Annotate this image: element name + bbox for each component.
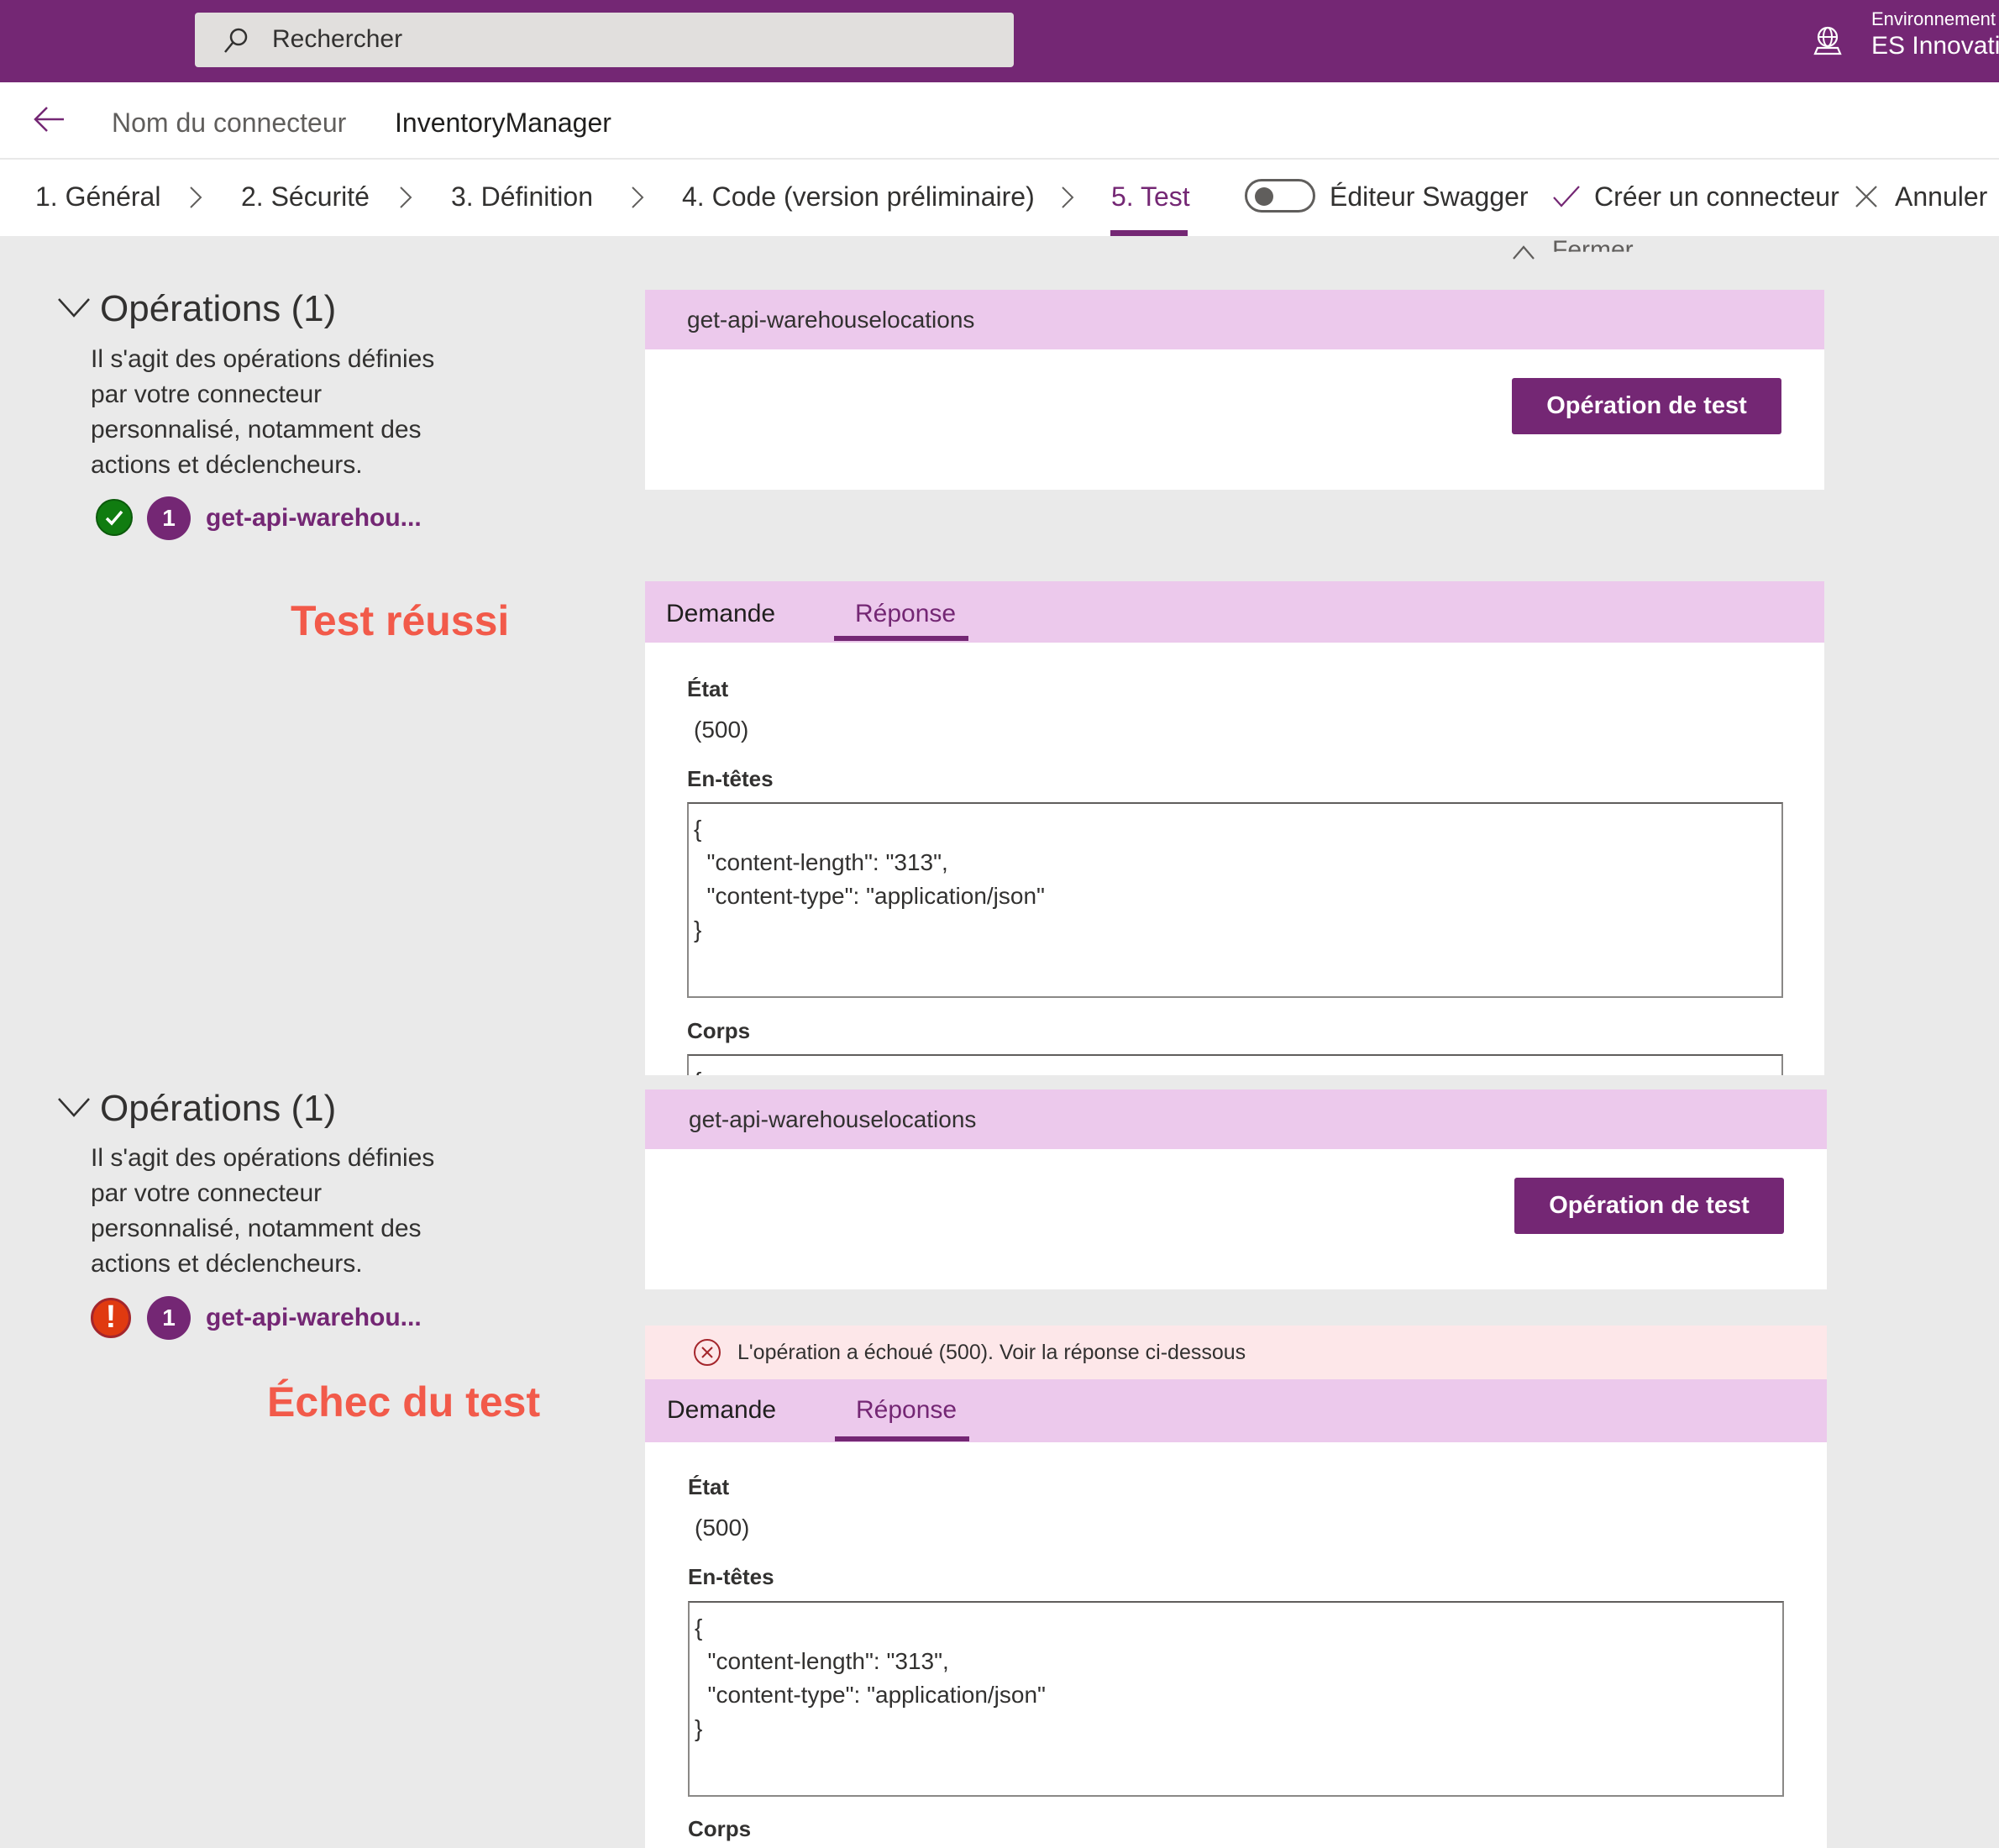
chevron-down-icon[interactable] <box>57 1096 91 1118</box>
body-label: Corps <box>688 1816 752 1841</box>
response-panel: État (500) En-têtes { "content-length": … <box>645 1442 1827 1848</box>
operation-number-badge: 1 <box>147 1296 191 1340</box>
headers-textarea[interactable]: { "content-length": "313", "content-type… <box>687 802 1783 998</box>
state-value: (500) <box>695 1515 750 1541</box>
back-arrow-icon[interactable] <box>32 104 66 134</box>
step-test[interactable]: 5. Test <box>1111 181 1190 213</box>
create-connector-button[interactable]: Créer un connecteur <box>1594 181 1839 213</box>
state-label: État <box>687 676 729 701</box>
operations-title: Opérations (1) <box>100 288 337 329</box>
error-circle-icon <box>694 1339 721 1366</box>
connector-name-label: Nom du connecteur <box>112 108 347 138</box>
environment-name[interactable]: ES Innovation <box>1871 32 1999 60</box>
active-tab-indicator <box>834 636 968 641</box>
operation-name: get-api-warehouselocations <box>689 1106 977 1132</box>
search-icon <box>224 28 248 53</box>
error-message: L'opération a échoué (500). Voir la répo… <box>737 1341 1246 1364</box>
globe-icon <box>1813 26 1842 55</box>
close-icon <box>1855 186 1877 207</box>
headers-label: En-têtes <box>687 766 774 791</box>
chevron-up-icon[interactable] <box>1512 244 1535 260</box>
active-step-indicator <box>1110 230 1188 236</box>
response-tabs-bar: Demande Réponse <box>645 1379 1827 1442</box>
wizard-steps: 1. Général 2. Sécurité 3. Définition 4. … <box>0 160 1999 236</box>
operation-link[interactable]: get-api-warehou... <box>206 504 422 533</box>
environment-label: Environnement <box>1871 8 1996 29</box>
state-value: (500) <box>694 717 749 743</box>
connector-name-value[interactable]: InventoryManager <box>395 108 611 139</box>
annotation-success: Test réussi <box>291 597 510 644</box>
swagger-editor-toggle[interactable] <box>1245 179 1315 213</box>
body-label: Corps <box>687 1018 751 1043</box>
error-banner: L'opération a échoué (500). Voir la répo… <box>645 1326 1827 1379</box>
annotation-failure: Échec du test <box>267 1378 541 1425</box>
toggle-knob <box>1255 187 1273 206</box>
swagger-editor-label[interactable]: Éditeur Swagger <box>1330 181 1529 213</box>
operation-link[interactable]: get-api-warehou... <box>206 1304 422 1332</box>
tab-response[interactable]: Réponse <box>855 600 956 628</box>
close-panel-button[interactable]: Fermer <box>1552 236 1634 252</box>
test-operation-button[interactable]: Opération de test <box>1514 1178 1784 1234</box>
headers-textarea[interactable]: { "content-length": "313", "content-type… <box>688 1601 1784 1797</box>
operation-name: get-api-warehouselocations <box>687 307 975 333</box>
chevron-right-icon <box>632 186 644 208</box>
search-input[interactable]: Rechercher <box>272 25 402 54</box>
connector-header: Nom du connecteur InventoryManager <box>0 82 1999 160</box>
step-definition[interactable]: 3. Définition <box>451 181 593 213</box>
cancel-button[interactable]: Annuler <box>1895 181 1987 213</box>
state-label: État <box>688 1474 730 1499</box>
operation-card-header: get-api-warehouselocations <box>645 290 1824 349</box>
tab-request[interactable]: Demande <box>666 600 775 628</box>
tab-request[interactable]: Demande <box>667 1396 776 1425</box>
response-panel: État (500) En-têtes { "content-length": … <box>645 643 1824 1075</box>
step-code[interactable]: 4. Code (version préliminaire) <box>682 181 1035 213</box>
chevron-right-icon <box>190 186 202 208</box>
success-status-icon <box>96 499 133 536</box>
step-general[interactable]: 1. Général <box>35 181 160 213</box>
operations-title: Opérations (1) <box>100 1088 337 1129</box>
tab-response[interactable]: Réponse <box>856 1396 957 1425</box>
active-tab-indicator <box>835 1436 969 1441</box>
response-tabs-bar: Demande Réponse <box>645 581 1824 643</box>
chevron-right-icon <box>1062 186 1074 208</box>
operation-card-body: Opération de test <box>645 349 1824 490</box>
operations-description: Il s'agit des opérations définies par vo… <box>91 345 435 479</box>
chevron-down-icon[interactable] <box>57 297 91 318</box>
operation-card-header: get-api-warehouselocations <box>645 1089 1827 1149</box>
top-bar: Rechercher Environnement ES Innovation <box>0 0 1999 82</box>
test-operation-button[interactable]: Opération de test <box>1512 378 1781 434</box>
search-box[interactable]: Rechercher <box>195 13 1014 67</box>
headers-label: En-têtes <box>688 1564 774 1589</box>
operations-description: Il s'agit des opérations définies par vo… <box>91 1144 435 1278</box>
error-status-icon: ! <box>91 1298 131 1338</box>
check-icon <box>105 510 123 526</box>
body-textarea[interactable]: { <box>687 1054 1783 1075</box>
chevron-right-icon <box>400 186 412 208</box>
operation-card-body: Opération de test <box>645 1149 1827 1289</box>
checkmark-icon <box>1553 186 1580 207</box>
step-security[interactable]: 2. Sécurité <box>241 181 370 213</box>
operation-number-badge: 1 <box>147 496 191 540</box>
